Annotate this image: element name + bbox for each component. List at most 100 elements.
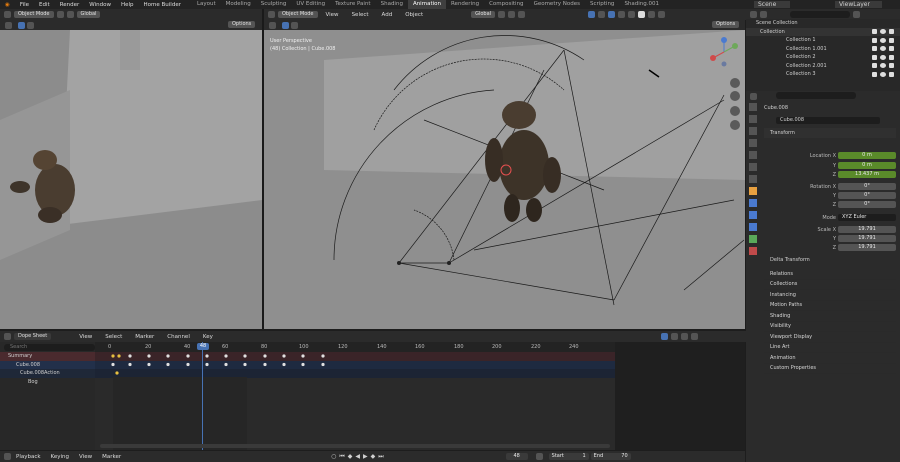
tab-animation[interactable]: Animation (407, 0, 446, 9)
editor-type-icon-main[interactable] (268, 11, 275, 18)
outliner-editor-icon[interactable] (750, 10, 757, 18)
menu-home-builder[interactable]: Home Builder (139, 2, 186, 8)
tab-modeling[interactable]: Modeling (221, 0, 256, 9)
pivot-icon[interactable] (498, 11, 506, 18)
eye-icon[interactable] (880, 71, 886, 77)
main-menu-object[interactable]: Object (400, 12, 428, 18)
shading-wire-icon[interactable] (628, 11, 636, 18)
horizontal-scrollbar[interactable] (100, 444, 610, 448)
location-x-field[interactable]: 0 m (838, 152, 896, 159)
section-collections[interactable]: Collections (764, 280, 896, 290)
tab-geometry-nodes[interactable]: Geometry Nodes (529, 0, 585, 9)
camera-icon[interactable] (889, 37, 894, 43)
left-viewport[interactable] (0, 30, 262, 329)
main-options-button[interactable]: Options (712, 21, 740, 28)
checkbox-icon[interactable] (872, 46, 877, 52)
shading-material-icon[interactable] (648, 11, 656, 18)
tab-shading[interactable]: Shading (376, 0, 408, 9)
outliner-item-collection-3[interactable]: Collection 3 (746, 70, 900, 79)
ds-menu-channel[interactable]: Channel (162, 334, 195, 340)
playback-menu[interactable]: Playback (11, 454, 46, 460)
playhead-frame-badge[interactable]: 48 (197, 343, 209, 350)
rotation-x-field[interactable]: 0° (838, 183, 896, 190)
start-frame-field[interactable]: Start 1 (548, 453, 589, 460)
scale-y-field[interactable]: 19.791 (838, 235, 896, 242)
properties-search-input[interactable] (776, 92, 856, 99)
physics-tab-icon[interactable] (749, 223, 757, 231)
dopesheet-mode-dropdown[interactable]: Dope Sheet (14, 333, 52, 340)
view-icon[interactable] (56, 11, 64, 18)
main-menu-view[interactable]: View (321, 12, 344, 18)
record-icon[interactable]: ○ (331, 453, 336, 460)
main-tool-mode-icon[interactable] (291, 22, 298, 29)
navigation-gizmo[interactable] (707, 34, 741, 70)
rotation-z-field[interactable]: 0° (838, 201, 896, 208)
section-relations[interactable]: Relations (764, 269, 896, 280)
main-tool-box-icon[interactable] (282, 22, 289, 29)
dopesheet-editor-icon[interactable] (4, 333, 11, 340)
channel-bog[interactable]: Bog (0, 378, 95, 387)
channel-action[interactable]: Cube.008Action (0, 369, 95, 378)
checkbox-icon[interactable] (872, 29, 877, 35)
camera-icon[interactable] (889, 71, 894, 77)
playhead[interactable] (202, 342, 203, 450)
eye-icon[interactable] (880, 54, 886, 60)
menu-help[interactable]: Help (116, 2, 139, 8)
section-visibility[interactable]: Visibility (764, 322, 896, 332)
ds-menu-marker[interactable]: Marker (130, 334, 159, 340)
particles-tab-icon[interactable] (749, 211, 757, 219)
play-icon[interactable]: ▶ (363, 453, 368, 460)
scene-tab-icon[interactable] (749, 151, 757, 159)
menu-render[interactable]: Render (55, 2, 85, 8)
eye-icon[interactable] (880, 46, 886, 52)
menu-window[interactable]: Window (84, 2, 116, 8)
frame-ruler[interactable]: 0 20 40 60 80 100 120 140 160 180 200 22… (95, 342, 615, 352)
main-orientation-dropdown[interactable]: Global (471, 11, 496, 18)
editor-type-icon[interactable] (4, 11, 11, 18)
section-line-art[interactable]: Line Art (764, 343, 896, 353)
view-menu[interactable]: View (74, 454, 97, 460)
select-icon[interactable] (66, 11, 74, 18)
tab-uv-editing[interactable]: UV Editing (291, 0, 330, 9)
eye-icon[interactable] (880, 37, 886, 43)
ds-menu-view[interactable]: View (74, 334, 97, 340)
view-layer-tab-icon[interactable] (749, 139, 757, 147)
overlay-icon[interactable] (608, 11, 616, 18)
marker-menu[interactable]: Marker (97, 454, 126, 460)
preview-range-icon[interactable] (535, 453, 543, 460)
camera-icon[interactable] (889, 54, 894, 60)
outliner-collection[interactable]: Collection (746, 27, 900, 36)
modifier-tab-icon[interactable] (749, 199, 757, 207)
collection-tab-icon[interactable] (749, 175, 757, 183)
filter-icon[interactable] (853, 10, 860, 18)
outliner-search-input[interactable] (790, 10, 850, 18)
section-instancing[interactable]: Instancing (764, 290, 896, 301)
checkbox-icon[interactable] (872, 71, 877, 77)
only-selected-icon[interactable] (660, 333, 668, 340)
current-frame-field[interactable]: 48 (505, 453, 528, 460)
outliner-item-collection-2[interactable]: Collection 2 (746, 53, 900, 62)
tool-tab-icon[interactable] (749, 103, 757, 111)
main-tool-select-icon[interactable] (269, 22, 276, 29)
section-viewport-display[interactable]: Viewport Display (764, 332, 896, 343)
tab-layout[interactable]: Layout (192, 0, 221, 9)
outliner-scene-collection[interactable]: Scene Collection (746, 19, 900, 28)
outliner-item-collection-1[interactable]: Collection 1 (746, 36, 900, 45)
outliner-item-collection-1-001[interactable]: Collection 1.001 (746, 45, 900, 54)
keying-menu[interactable]: Keying (46, 454, 74, 460)
prev-key-icon[interactable]: ◆ (348, 453, 353, 460)
dopesheet-timeline[interactable]: 0 20 40 60 80 100 120 140 160 180 200 22… (95, 342, 615, 450)
properties-editor-icon[interactable] (750, 93, 757, 100)
render-tab-icon[interactable] (749, 115, 757, 123)
section-animation[interactable]: Animation (764, 353, 896, 364)
eye-icon[interactable] (880, 29, 886, 35)
location-z-field[interactable]: 13.437 m (838, 171, 896, 178)
data-tab-icon[interactable] (749, 235, 757, 243)
timeline-editor-icon[interactable] (4, 453, 11, 460)
channel-object[interactable]: Cube.008 (0, 360, 95, 369)
menu-edit[interactable]: Edit (34, 2, 55, 8)
left-options-button[interactable]: Options (228, 21, 256, 28)
tab-sculpting[interactable]: Sculpting (256, 0, 292, 9)
section-custom-properties[interactable]: Custom Properties (764, 364, 896, 374)
scale-x-field[interactable]: 19.791 (838, 226, 896, 233)
